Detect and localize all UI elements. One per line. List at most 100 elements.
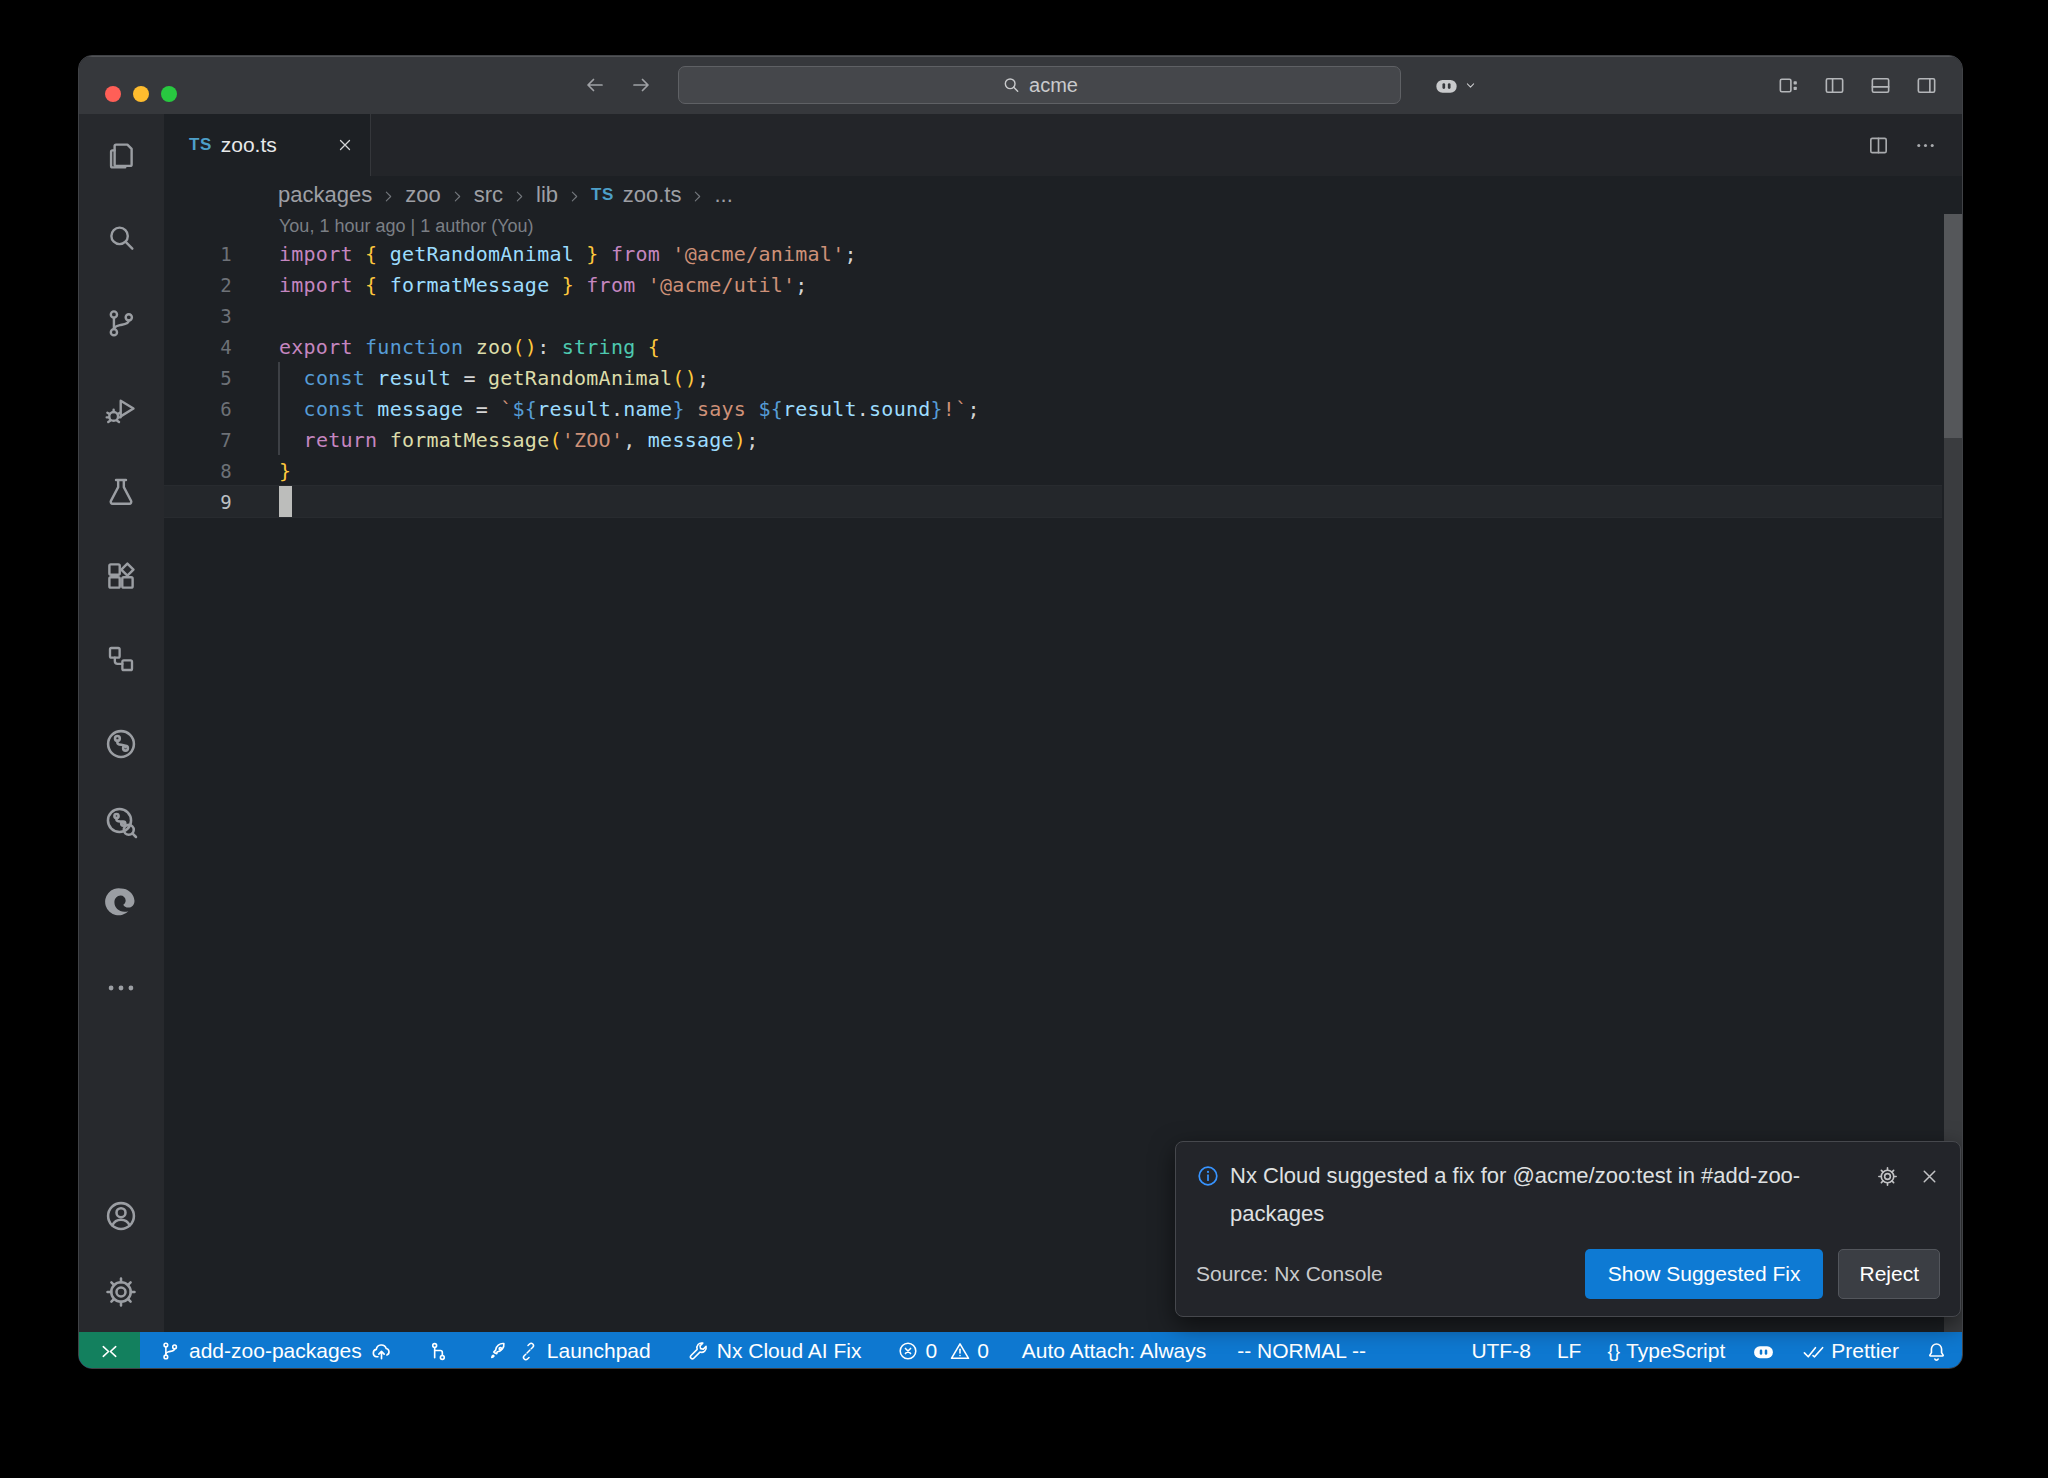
breadcrumb-more[interactable]: ... — [714, 182, 732, 208]
status-encoding[interactable]: UTF-8 — [1471, 1339, 1531, 1363]
code-token: ; — [697, 366, 709, 390]
code-token: result — [377, 366, 451, 390]
edge-browser-icon[interactable] — [103, 884, 139, 920]
code-token: const — [304, 366, 365, 390]
launchpad-label: Launchpad — [547, 1339, 651, 1363]
editor-more-actions-icon[interactable] — [1914, 134, 1937, 157]
tab-close-icon[interactable] — [336, 136, 354, 154]
notification-gear-icon[interactable] — [1876, 1165, 1899, 1188]
double-check-icon — [1802, 1340, 1825, 1363]
code-line[interactable]: 1import { getRandomAnimal } from '@acme/… — [164, 238, 1942, 269]
nx-console-icon[interactable] — [103, 726, 139, 762]
code-token: getRandomAnimal — [488, 366, 672, 390]
remote-indicator[interactable] — [79, 1332, 140, 1369]
toggle-panel-left-icon[interactable] — [1823, 74, 1846, 97]
status-copilot[interactable] — [1751, 1339, 1776, 1364]
code-token: import — [279, 242, 353, 266]
code-token: export — [279, 335, 353, 359]
reject-button[interactable]: Reject — [1838, 1249, 1940, 1299]
editor-cursor — [279, 486, 292, 517]
link-icon — [518, 1341, 539, 1362]
code-editor[interactable]: 1import { getRandomAnimal } from '@acme/… — [164, 238, 1942, 517]
remote-explorer-icon[interactable] — [105, 643, 138, 676]
code-token: result — [783, 397, 857, 421]
breadcrumb-item[interactable]: packages — [278, 182, 372, 208]
error-count: 0 — [925, 1339, 937, 1363]
notification-source: Source: Nx Console — [1196, 1262, 1383, 1286]
status-branch[interactable]: add-zoo-packages — [159, 1339, 393, 1363]
back-arrow-icon[interactable] — [583, 73, 607, 97]
status-launchpad[interactable]: Launchpad — [487, 1339, 651, 1363]
code-token: } — [279, 459, 291, 483]
breadcrumb-item-file[interactable]: zoo.ts — [623, 182, 682, 208]
explorer-icon[interactable] — [104, 139, 138, 173]
code-token: 'ZOO' — [562, 428, 623, 452]
layout-customize-icon[interactable] — [1777, 74, 1800, 97]
code-token — [279, 428, 304, 452]
copilot-icon — [1433, 72, 1460, 99]
copilot-menu[interactable] — [1433, 56, 1478, 114]
run-debug-icon[interactable] — [104, 393, 138, 427]
code-line[interactable]: 9 — [164, 486, 1942, 517]
code-token — [635, 335, 647, 359]
search-icon[interactable] — [104, 221, 138, 255]
code-token: ` — [500, 397, 512, 421]
code-line[interactable]: 2import { formatMessage } from '@acme/ut… — [164, 269, 1942, 300]
code-line[interactable]: 5 const result = getRandomAnimal(); — [164, 362, 1942, 393]
status-language[interactable]: {} TypeScript — [1607, 1339, 1725, 1363]
nx-fix-label: Nx Cloud AI Fix — [717, 1339, 862, 1363]
breadcrumb: packageszoosrclibTSzoo.ts... — [278, 176, 733, 214]
code-token: : — [537, 335, 562, 359]
pipeline-icon — [427, 1340, 450, 1363]
line-number: 9 — [164, 491, 242, 513]
code-line[interactable]: 4export function zoo(): string { — [164, 331, 1942, 362]
forward-arrow-icon[interactable] — [629, 73, 653, 97]
show-suggested-fix-button[interactable]: Show Suggested Fix — [1585, 1249, 1824, 1299]
breadcrumb-item[interactable]: zoo — [405, 182, 440, 208]
toggle-panel-right-icon[interactable] — [1915, 74, 1938, 97]
code-token — [599, 242, 611, 266]
search-value: acme — [1029, 74, 1078, 97]
traffic-light-zoom[interactable] — [161, 86, 177, 102]
code-token: ${ — [513, 397, 538, 421]
code-line-text — [279, 486, 292, 517]
status-nx-cloud-fix[interactable]: Nx Cloud AI Fix — [687, 1339, 862, 1363]
extensions-icon[interactable] — [104, 559, 138, 593]
status-formatter[interactable]: Prettier — [1802, 1339, 1899, 1363]
toggle-panel-bottom-icon[interactable] — [1869, 74, 1892, 97]
code-line[interactable]: 7 return formatMessage('ZOO', message); — [164, 424, 1942, 455]
breadcrumb-item[interactable]: src — [474, 182, 503, 208]
status-eol[interactable]: LF — [1557, 1339, 1582, 1363]
status-problems[interactable]: 0 0 — [897, 1339, 988, 1363]
breadcrumb-chevron-icon — [381, 189, 396, 204]
command-center-search[interactable]: acme — [678, 66, 1401, 104]
vim-mode-label: -- NORMAL -- — [1237, 1339, 1366, 1363]
notification-close-icon[interactable] — [1919, 1166, 1940, 1187]
account-icon[interactable] — [103, 1198, 139, 1234]
language-label: TypeScript — [1626, 1339, 1725, 1363]
code-token: from — [611, 242, 660, 266]
status-vim-mode[interactable]: -- NORMAL -- — [1237, 1339, 1366, 1363]
scrollbar-thumb[interactable] — [1944, 214, 1963, 438]
status-notifications[interactable] — [1925, 1340, 1948, 1363]
code-line-text: import { getRandomAnimal } from '@acme/a… — [279, 242, 857, 266]
traffic-light-close[interactable] — [105, 86, 121, 102]
code-token — [353, 335, 365, 359]
testing-icon[interactable] — [104, 475, 138, 509]
code-line[interactable]: 6 const message = `${result.name} says $… — [164, 393, 1942, 424]
split-editor-icon[interactable] — [1867, 134, 1890, 157]
settings-gear-icon[interactable] — [103, 1274, 139, 1310]
breadcrumb-item[interactable]: lib — [536, 182, 558, 208]
code-line[interactable]: 3 — [164, 300, 1942, 331]
status-auto-attach[interactable]: Auto Attach: Always — [1022, 1339, 1206, 1363]
nx-graph-icon[interactable] — [103, 804, 139, 840]
tab-zoo-ts[interactable]: TS zoo.ts — [164, 114, 371, 176]
line-number: 2 — [164, 274, 242, 296]
more-actions-icon[interactable] — [104, 971, 138, 1005]
source-control-icon[interactable] — [104, 306, 138, 340]
line-number: 8 — [164, 460, 242, 482]
notification-toast: Nx Cloud suggested a fix for @acme/zoo:t… — [1175, 1141, 1961, 1317]
traffic-light-minimize[interactable] — [133, 86, 149, 102]
code-line[interactable]: 8} — [164, 455, 1942, 486]
status-pipeline[interactable] — [427, 1340, 450, 1363]
